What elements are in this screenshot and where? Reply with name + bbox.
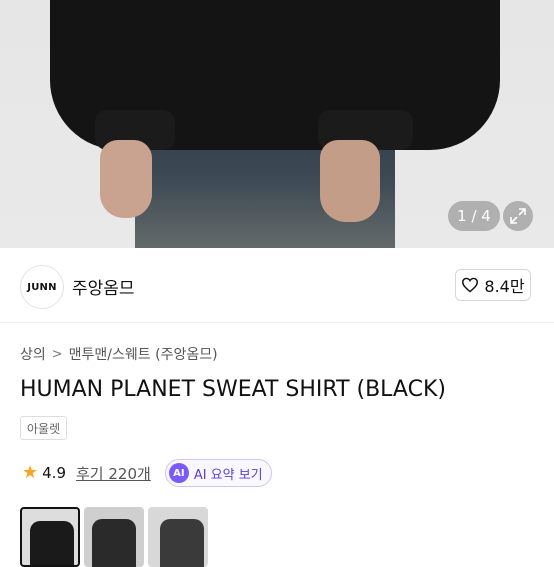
heart-icon	[462, 277, 479, 293]
thumbnail-2[interactable]	[84, 507, 144, 567]
brand-logo[interactable]: JUNN	[20, 265, 64, 309]
brand-logo-text: JUNN	[27, 281, 57, 293]
breadcrumb: 상의 > 맨투맨/스웨트 (주앙옴므)	[20, 344, 218, 364]
image-counter: 1 / 4	[448, 201, 500, 231]
thumbnail-strip	[20, 507, 208, 567]
ai-icon: AI	[168, 463, 189, 483]
star-icon: ★	[22, 462, 39, 483]
product-title: HUMAN PLANET SWEAT SHIRT (BLACK)	[20, 377, 446, 402]
reviews-link[interactable]: 후기 220개	[76, 463, 151, 484]
like-count: 8.4만	[484, 277, 525, 296]
left-hand	[100, 140, 152, 218]
outlet-tag: 아울렛	[20, 416, 68, 440]
thumbnail-image	[160, 519, 204, 567]
expand-icon	[510, 208, 526, 224]
ai-summary-label: AI 요약 보기	[193, 467, 263, 483]
rating-row: ★ 4.9 후기 220개 AI AI 요약 보기	[22, 459, 272, 487]
ai-summary-button[interactable]: AI AI 요약 보기	[164, 459, 272, 487]
breadcrumb-item-category[interactable]: 맨투맨/스웨트 (주앙옴므)	[69, 344, 218, 364]
rating-score: 4.9	[42, 464, 66, 482]
breadcrumb-separator: >	[51, 346, 63, 362]
thumbnail-3[interactable]	[148, 507, 208, 567]
like-button[interactable]: 8.4만	[455, 269, 531, 301]
breadcrumb-item-top[interactable]: 상의	[20, 344, 46, 364]
thumbnail-1[interactable]	[20, 507, 80, 567]
thumbnail-image	[30, 521, 74, 565]
thumbnail-image	[92, 519, 136, 567]
brand-name[interactable]: 주앙옴므	[72, 274, 135, 299]
expand-button[interactable]	[503, 201, 533, 231]
right-hand	[320, 140, 380, 222]
